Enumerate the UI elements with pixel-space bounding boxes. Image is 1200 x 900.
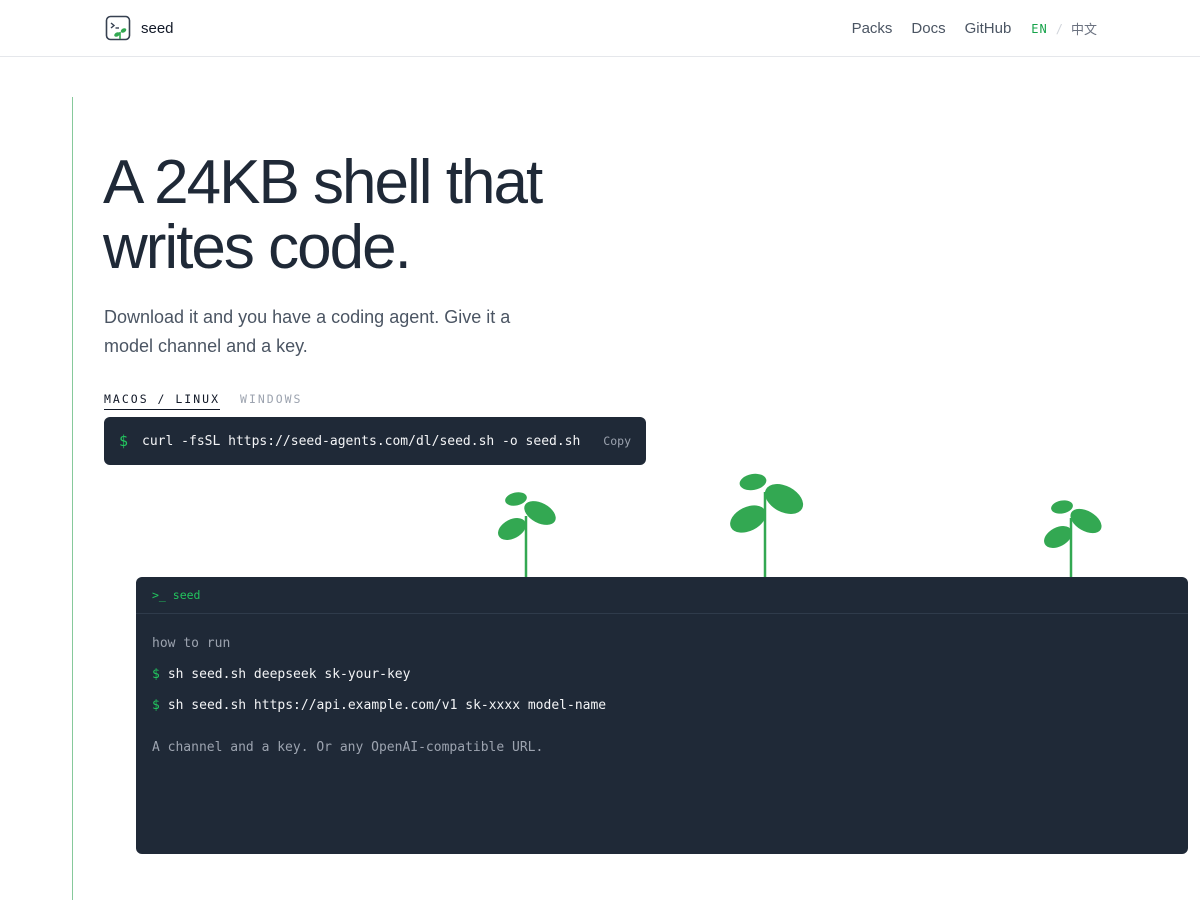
terminal-command-line: $ sh seed.sh deepseek sk-your-key xyxy=(152,667,1172,698)
main-nav: Packs Docs GitHub EN / 中文 xyxy=(833,19,1097,38)
brand-home-link[interactable]: seed xyxy=(105,15,174,41)
terminal-body: how to run $ sh seed.sh deepseek sk-your-… xyxy=(136,614,1188,755)
terminal-window: >_ seed how to run $ sh seed.sh deepseek … xyxy=(136,577,1188,854)
copy-button[interactable]: Copy xyxy=(603,434,631,448)
command-prompt-symbol: $ xyxy=(119,432,129,450)
hero-subtitle: Download it and you have a coding agent.… xyxy=(104,307,511,356)
tab-windows[interactable]: WINDOWS xyxy=(240,392,302,410)
terminal-prompt-symbol: $ xyxy=(152,698,160,713)
top-navigation-bar: seed Packs Docs GitHub EN / 中文 xyxy=(0,0,1200,57)
install-command-text: curl -fsSL https://seed-agents.com/dl/se… xyxy=(142,433,581,449)
terminal-sprout-icon xyxy=(105,15,131,41)
os-tabs: MACOS / LINUX WINDOWS xyxy=(104,392,302,410)
hero-title-line-2: writes code. xyxy=(103,213,412,282)
hero-title-line-1: A 24KB shell that xyxy=(103,148,543,217)
lang-separator: / xyxy=(1055,21,1063,36)
terminal-command-text: sh seed.sh deepseek sk-your-key xyxy=(167,667,411,682)
terminal-title: >_ seed xyxy=(136,577,1188,614)
nav-github-link[interactable]: GitHub xyxy=(965,20,1012,37)
install-command-box: $ curl -fsSL https://seed-agents.com/dl/… xyxy=(104,417,646,465)
terminal-prompt-symbol: $ xyxy=(152,667,160,682)
terminal-command-text: sh seed.sh https://api.example.com/v1 sk… xyxy=(167,698,607,713)
lang-zh-option[interactable]: 中文 xyxy=(1071,19,1097,38)
language-switcher: EN / 中文 xyxy=(1031,19,1097,39)
nav-packs-link[interactable]: Packs xyxy=(852,20,893,37)
nav-docs-link[interactable]: Docs xyxy=(911,20,945,37)
tab-macos-linux[interactable]: MACOS / LINUX xyxy=(104,392,221,410)
terminal-label: how to run xyxy=(152,636,231,651)
lang-en-option[interactable]: EN xyxy=(1031,22,1047,36)
terminal-command-line: $ sh seed.sh https://api.example.com/v1 s… xyxy=(152,698,1172,729)
left-accent-rail xyxy=(72,97,73,900)
hero-title: A 24KB shell that writes code. xyxy=(103,150,623,280)
terminal-note: A channel and a key. Or any OpenAI-compa… xyxy=(152,740,544,755)
brand-name: seed xyxy=(141,19,174,37)
